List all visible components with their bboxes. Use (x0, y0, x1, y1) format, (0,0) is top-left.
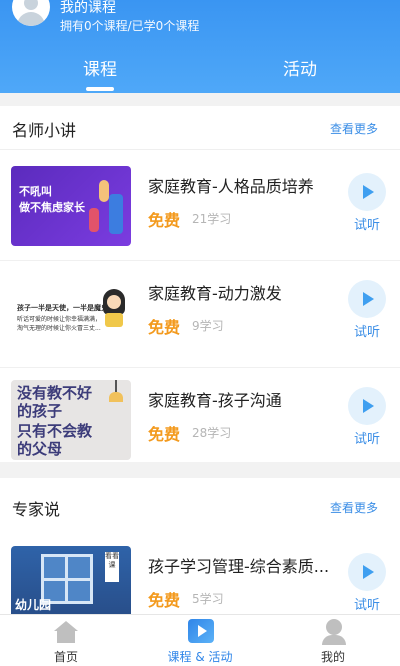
section-header: 专家说 查看更多 (0, 478, 400, 522)
tabbar-label: 课程 & 活动 (167, 650, 233, 664)
lamp-shade (109, 392, 123, 402)
course-thumbnail: 孩子一半是天使，一半是魔鬼 听话可爱的时候让你幸福满满， 淘气无理的时候让你火冒… (11, 273, 131, 353)
see-more-link[interactable]: 查看更多 (330, 120, 378, 137)
course-title: 孩子学习管理-综合素质... (148, 557, 330, 576)
course-price: 免费 (148, 211, 181, 230)
play-icon[interactable] (348, 387, 386, 425)
course-thumbnail: 不吼叫 做不焦虑家长 (11, 166, 131, 246)
try-listen-button[interactable]: 试听 (350, 321, 384, 340)
avatar[interactable] (12, 0, 50, 26)
section-teacher-talks: 名师小讲 查看更多 不吼叫做不焦虑家长 家庭教育-人格品质培养 免费 21学习 … (0, 106, 400, 462)
course-item[interactable]: 不吼叫做不焦虑家长 家庭教育-人格品质培养 免费 21学习 试听 (0, 154, 400, 261)
course-price: 免费 (148, 318, 181, 337)
learner-count: 21学习 (192, 212, 232, 226)
try-listen-button[interactable]: 试听 (350, 214, 384, 233)
my-courses-title: 我的课程 (60, 0, 116, 16)
try-listen-button[interactable]: 试听 (350, 594, 384, 613)
play-icon[interactable] (348, 553, 386, 591)
illustration-body (105, 313, 123, 327)
illustration-face (107, 295, 121, 309)
tab-course[interactable]: 课程 (40, 55, 160, 80)
avatar-head-shape (24, 0, 38, 10)
section-title: 专家说 (12, 500, 61, 519)
thumbnail-text: 听话可爱的时候让你幸福满满， (17, 316, 102, 323)
tabbar-item-courses-activities[interactable]: 课程 & 活动 (140, 615, 260, 666)
tabbar-item-home[interactable]: 首页 (6, 615, 126, 666)
course-price: 免费 (148, 591, 181, 610)
header: 我的课程 拥有0个课程/已学0个课程 课程 活动 (0, 0, 400, 93)
thumbnail-text: 孩子一半是天使，一半是魔鬼 (17, 304, 108, 312)
play-icon[interactable] (348, 173, 386, 211)
thumbnail-text: 的孩子 (17, 402, 63, 420)
illustration-figure (109, 194, 123, 234)
course-item[interactable]: 没有教不好 的孩子 只有不会教 的父母 家庭教育-孩子沟通 免费 28学习 试听 (0, 368, 400, 475)
tab-activity[interactable]: 活动 (240, 55, 360, 80)
course-item[interactable]: 孩子一半是天使，一半是魔鬼 听话可爱的时候让你幸福满满， 淘气无理的时候让你火冒… (0, 261, 400, 368)
course-title: 家庭教育-人格品质培养 (148, 177, 314, 196)
thumbnail-tag: 看看课 (105, 552, 119, 582)
tabbar-label: 我的 (320, 650, 345, 664)
course-title: 家庭教育-动力激发 (148, 284, 282, 303)
course-price: 免费 (148, 425, 181, 444)
bottom-tab-bar: 首页 课程 & 活动 我的 (0, 614, 400, 666)
course-thumbnail: 没有教不好 的孩子 只有不会教 的父母 (11, 380, 131, 460)
illustration-figure (99, 180, 109, 202)
lamp-cord (115, 380, 117, 392)
tabbar-label: 首页 (53, 650, 78, 664)
profile-icon (321, 619, 347, 645)
try-listen-button[interactable]: 试听 (350, 428, 384, 447)
learner-count: 28学习 (192, 426, 232, 440)
tab-active-indicator (86, 87, 114, 91)
thumbnail-text: 做不焦虑家长 (19, 201, 85, 214)
play-icon[interactable] (348, 280, 386, 318)
course-title: 家庭教育-孩子沟通 (148, 391, 282, 410)
thumbnail-text: 的父母 (17, 440, 63, 458)
thumbnail-text: 不吼叫 (19, 185, 52, 198)
home-icon (54, 621, 78, 643)
learner-count: 5学习 (192, 592, 224, 606)
illustration-figure (89, 208, 99, 232)
section-expert-says: 专家说 查看更多 看看课 幼儿园 孩子学习管理-综合素质... 免费 5学习 试… (0, 478, 400, 626)
my-courses-stats: 拥有0个课程/已学0个课程 (60, 19, 200, 33)
tabbar-item-me[interactable]: 我的 (273, 615, 393, 666)
thumbnail-text: 幼儿园 (15, 598, 52, 612)
illustration-window-bar (41, 578, 93, 581)
course-icon (188, 619, 214, 643)
section-header: 名师小讲 查看更多 (0, 106, 400, 150)
thumbnail-text: 淘气无理的时候让你火冒三丈... (17, 325, 101, 332)
avatar-body-shape (17, 12, 45, 26)
section-title: 名师小讲 (12, 121, 77, 140)
learner-count: 9学习 (192, 319, 224, 333)
see-more-link[interactable]: 查看更多 (330, 499, 378, 516)
